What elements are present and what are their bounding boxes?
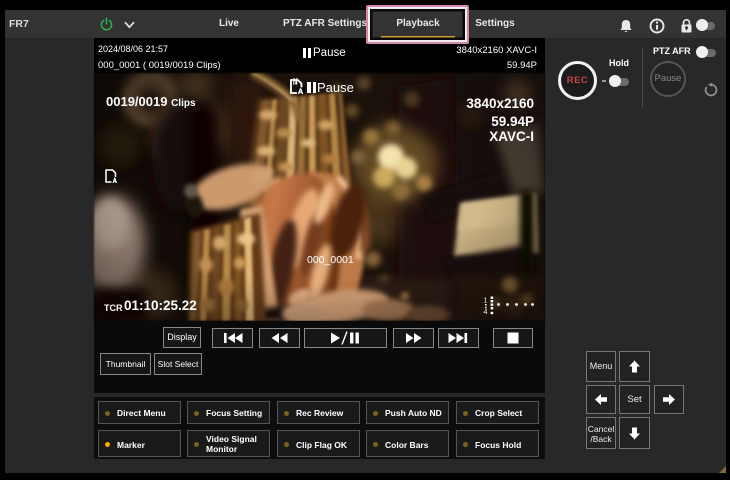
svg-text:1: 1 bbox=[484, 298, 488, 305]
svg-text:4: 4 bbox=[484, 309, 488, 316]
